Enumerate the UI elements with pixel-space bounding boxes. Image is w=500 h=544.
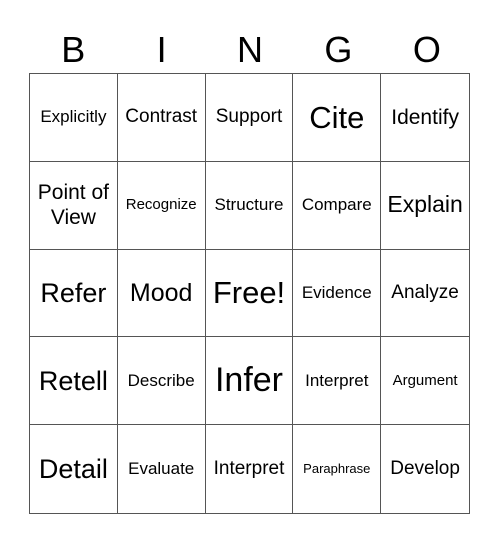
bingo-cell[interactable]: Contrast — [117, 74, 206, 162]
bingo-cell[interactable]: Cite — [293, 74, 382, 162]
bingo-cell[interactable]: Describe — [117, 337, 206, 426]
header-letter-g: G — [324, 29, 353, 70]
bingo-cell[interactable]: Evaluate — [118, 425, 206, 513]
header-letter-n: N — [237, 29, 264, 70]
bingo-cell[interactable]: Point of View — [30, 161, 118, 250]
bingo-cell[interactable]: Explain — [381, 162, 469, 250]
bingo-cell[interactable]: Paraphrase — [293, 425, 382, 513]
bingo-cell[interactable]: Argument — [381, 337, 469, 426]
bingo-grid: Explicitly Contrast Support Cite Identif… — [29, 73, 470, 514]
bingo-cell[interactable]: Recognize — [117, 161, 206, 250]
bingo-cell[interactable]: Interpret — [293, 337, 382, 426]
bingo-cell[interactable]: Retell — [30, 337, 118, 426]
bingo-cell[interactable]: Evidence — [293, 249, 382, 338]
bingo-cell[interactable]: Develop — [381, 425, 469, 513]
bingo-cell[interactable]: Analyze — [381, 250, 469, 338]
bingo-cell[interactable]: Infer — [205, 337, 294, 426]
bingo-cell[interactable]: Support — [205, 74, 294, 162]
free-space-cell[interactable]: Free! — [205, 249, 294, 338]
bingo-cell[interactable]: Structure — [205, 161, 294, 250]
header-letter-i: I — [156, 29, 167, 70]
bingo-cell[interactable]: Mood — [117, 249, 206, 338]
header-letter-o: O — [412, 29, 441, 70]
bingo-cell[interactable]: Identify — [381, 74, 469, 162]
bingo-cell[interactable]: Refer — [30, 249, 118, 338]
bingo-cell[interactable]: Interpret — [206, 425, 294, 513]
bingo-cell[interactable]: Compare — [293, 161, 382, 250]
header-letter-b: B — [61, 29, 86, 70]
bingo-cell[interactable]: Detail — [30, 425, 118, 513]
bingo-cell[interactable]: Explicitly — [30, 74, 118, 162]
bingo-header: B I N G O — [29, 28, 471, 72]
